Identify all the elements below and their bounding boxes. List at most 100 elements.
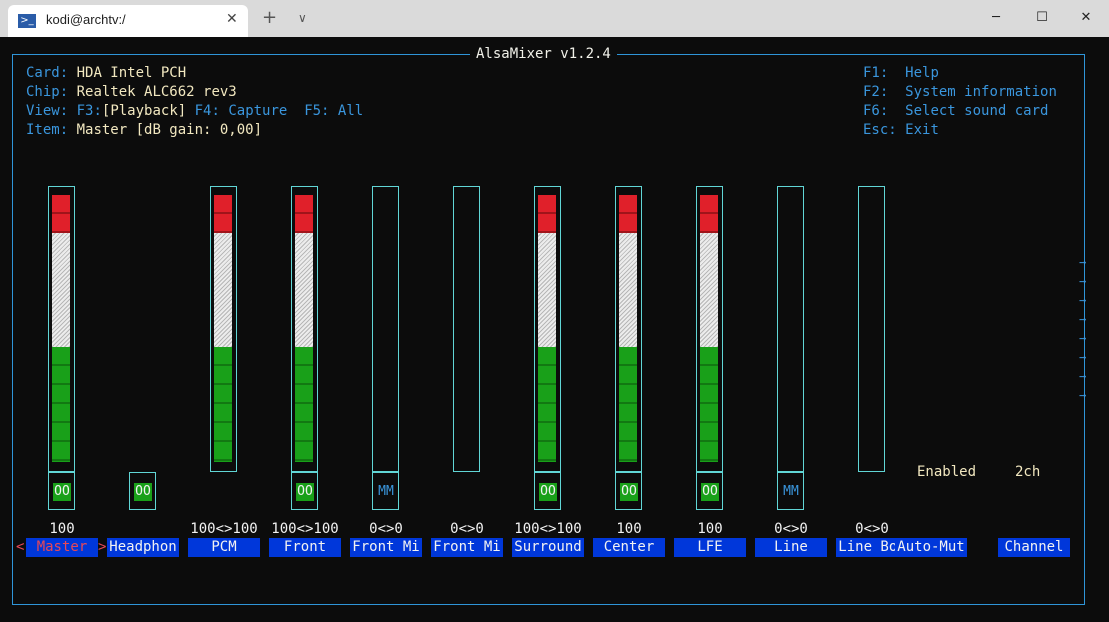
card-label: Card: [26,65,69,81]
channel-label-center[interactable]: Center [593,538,665,557]
channel-label-channel[interactable]: Channel [998,538,1070,557]
help-text: System information [905,84,1057,100]
chip-label: Chip: [26,84,69,100]
channel-label-lfe[interactable]: LFE [674,538,746,557]
terminal-tab[interactable]: >_ kodi@archtv:/ ✕ [8,5,248,37]
channel-label-surround[interactable]: Surround [512,538,584,557]
arrow-right-icon: → [1079,331,1087,345]
channel-label-front[interactable]: Front [269,538,341,557]
switch-state: MM [783,484,799,499]
channel-label-auto-mut[interactable]: Auto-Mut [895,538,967,557]
view-capture[interactable]: F4: Capture [195,103,288,119]
view-line: View: F3:[Playback] F4: Capture F5: All [26,102,363,121]
arrow-right-icon: → [1079,350,1087,364]
volume-bar-line[interactable] [777,186,804,472]
arrow-right-icon: → [1079,369,1087,383]
switch-box-front-mi[interactable]: MM [372,472,399,510]
volume-fill-white [52,233,70,347]
switch-state: OO [134,483,152,501]
tab-title: kodi@archtv:/ [46,12,126,27]
help-line[interactable]: Esc: Exit [863,121,939,140]
switch-box-lfe[interactable]: OO [696,472,723,510]
auto-mute-value[interactable]: Enabled [917,463,976,482]
new-tab-icon[interactable]: + [262,7,277,28]
volume-bar-line-boo[interactable] [858,186,885,472]
volume-fill-green [295,347,313,462]
channel-label-front-mi[interactable]: Front Mi [350,538,422,557]
volume-fill-white [295,233,313,347]
arrow-right-icon: → [1079,293,1087,307]
switch-state: OO [539,483,557,501]
chevron-down-icon[interactable]: ∨ [298,11,307,25]
volume-fill-white [700,233,718,347]
help-line[interactable]: F6: Select sound card [863,102,1048,121]
volume-fill-red [700,195,718,233]
volume-bar-front-mi[interactable] [372,186,399,472]
channel-mode-value[interactable]: 2ch [1015,463,1040,482]
cursor-left: < [16,539,25,555]
help-text: Help [905,65,939,81]
help-text: Exit [905,122,939,138]
level-readout-line-boo: 0<>0 [855,521,889,537]
item-value: Master [dB gain: 0,00] [76,122,263,138]
chip-line: Chip: Realtek ALC662 rev3 [26,83,237,102]
arrow-right-icon: → [1079,388,1087,402]
switch-state: OO [296,483,314,501]
help-key: Esc: [863,122,897,138]
switch-state: MM [378,484,394,499]
switch-box-surround[interactable]: OO [534,472,561,510]
level-readout-master: 100 [49,521,75,537]
volume-fill-red [295,195,313,233]
volume-fill-white [214,233,232,347]
arrow-right-icon: → [1079,312,1087,326]
channel-label-front-mi[interactable]: Front Mi [431,538,503,557]
close-window-button[interactable]: ✕ [1063,5,1109,31]
channel-label-line[interactable]: Line [755,538,827,557]
help-key: F1: [863,65,889,81]
maximize-button[interactable]: ☐ [1019,5,1065,31]
volume-bar-front-mi[interactable] [453,186,480,472]
volume-fill-green [52,347,70,462]
card-value: HDA Intel PCH [76,65,187,81]
volume-fill-green [538,347,556,462]
cursor-right: > [98,539,107,555]
help-key: F2: [863,84,889,100]
volume-fill-red [214,195,232,233]
channel-label-headphon[interactable]: Headphon [107,538,179,557]
minimize-button[interactable]: ─ [973,5,1019,31]
switch-state: OO [620,483,638,501]
switch-box-headphon[interactable]: OO [129,472,156,510]
volume-fill-red [619,195,637,233]
help-text: Select sound card [905,103,1049,119]
switch-box-front[interactable]: OO [291,472,318,510]
item-label: Item: [26,122,69,138]
card-line: Card: HDA Intel PCH [26,64,186,83]
volume-fill-green [700,347,718,462]
volume-fill-white [619,233,637,347]
help-line[interactable]: F2: System information [863,83,1057,102]
chip-value: Realtek ALC662 rev3 [76,84,237,100]
volume-fill-white [538,233,556,347]
channel-label-pcm[interactable]: PCM [188,538,260,557]
tab-close-icon[interactable]: ✕ [226,11,238,27]
volume-fill-red [52,195,70,233]
switch-box-center[interactable]: OO [615,472,642,510]
view-playback[interactable]: [Playback] [102,103,186,119]
switch-box-line[interactable]: MM [777,472,804,510]
help-line[interactable]: F1: Help [863,64,939,83]
volume-fill-green [214,347,232,462]
arrow-right-icon: → [1079,255,1087,269]
switch-state: OO [53,483,71,501]
switch-box-master[interactable]: OO [48,472,75,510]
arrow-right-icon: → [1079,274,1087,288]
item-line: Item: Master [dB gain: 0,00] [26,121,262,140]
help-key: F6: [863,103,889,119]
switch-state: OO [701,483,719,501]
volume-fill-red [538,195,556,233]
mixer-title: AlsaMixer v1.2.4 [470,45,617,63]
view-label: View: [26,103,69,119]
view-all[interactable]: F5: All [304,103,363,119]
view-f3[interactable]: F3: [77,103,102,119]
channel-label-master[interactable]: Master [26,538,98,557]
window-titlebar: >_ kodi@archtv:/ ✕ + ∨ ─ ☐ ✕ [0,0,1109,37]
